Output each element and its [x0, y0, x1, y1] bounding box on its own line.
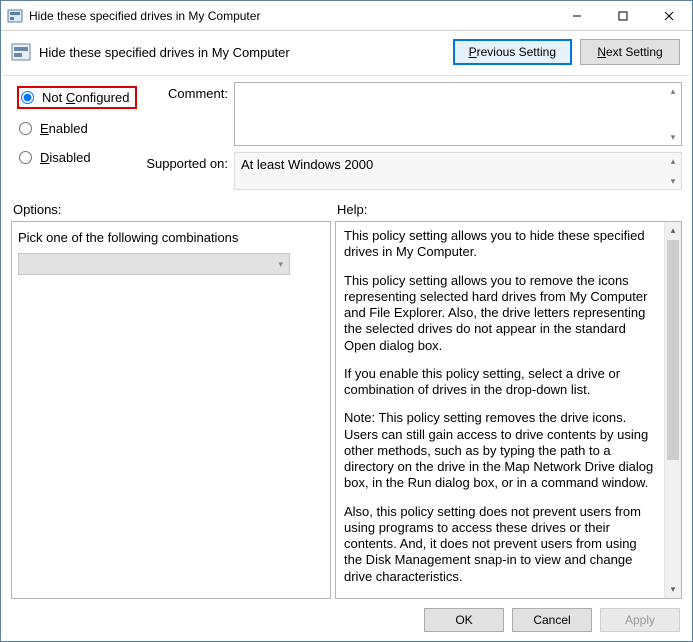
scrollbar-thumb[interactable]	[667, 240, 679, 460]
app-icon	[7, 8, 23, 24]
radio-disabled-input[interactable]	[19, 151, 32, 164]
dialog-footer: OK Cancel Apply	[1, 599, 692, 641]
radio-not-configured-input[interactable]	[21, 91, 34, 104]
help-label: Help:	[337, 202, 680, 217]
cancel-button[interactable]: Cancel	[512, 608, 592, 632]
scroll-down-icon[interactable]: ▾	[665, 581, 681, 598]
radio-enabled[interactable]: Enabled	[17, 119, 137, 138]
help-paragraph: This policy setting allows you to hide t…	[344, 228, 656, 261]
maximize-icon	[618, 11, 628, 21]
help-paragraph: Note: This policy setting removes the dr…	[344, 410, 656, 491]
supported-label: Supported on:	[143, 152, 228, 171]
help-scrollbar[interactable]: ▴ ▾	[664, 222, 681, 598]
scroll-down-icon[interactable]: ▾	[665, 173, 681, 189]
next-setting-button[interactable]: Next Setting	[580, 39, 680, 65]
policy-title: Hide these specified drives in My Comput…	[39, 45, 445, 60]
radio-not-configured[interactable]: Not Configured	[17, 86, 137, 109]
minimize-icon	[572, 11, 582, 21]
chevron-down-icon: ▾	[278, 259, 283, 270]
scroll-up-icon[interactable]: ▴	[665, 222, 681, 239]
radio-enabled-input[interactable]	[19, 122, 32, 135]
help-paragraph: This policy setting allows you to remove…	[344, 273, 656, 354]
panels: Pick one of the following combinations ▾…	[1, 221, 692, 599]
comment-input[interactable]: ▴ ▾	[234, 82, 682, 146]
comment-label: Comment:	[143, 82, 228, 101]
comment-scroll: ▴ ▾	[665, 83, 681, 145]
apply-button[interactable]: Apply	[600, 608, 680, 632]
window-controls	[554, 1, 692, 30]
state-radios: Not Configured Enabled Disabled	[17, 82, 137, 190]
header-row: Hide these specified drives in My Comput…	[1, 31, 692, 75]
config-area: Not Configured Enabled Disabled Comment:…	[1, 76, 692, 192]
section-labels: Options: Help:	[1, 192, 692, 221]
policy-icon	[11, 42, 31, 62]
scroll-up-icon[interactable]: ▴	[665, 83, 681, 99]
dialog-window: Hide these specified drives in My Comput…	[0, 0, 693, 642]
titlebar: Hide these specified drives in My Comput…	[1, 1, 692, 31]
options-panel: Pick one of the following combinations ▾	[11, 221, 331, 599]
help-paragraph: Also, this policy setting does not preve…	[344, 504, 656, 585]
help-panel: This policy setting allows you to hide t…	[335, 221, 682, 599]
scroll-down-icon[interactable]: ▾	[665, 129, 681, 145]
supported-value-box: At least Windows 2000 ▴ ▾	[234, 152, 682, 190]
comment-row: Comment: ▴ ▾	[143, 82, 682, 146]
help-paragraph: If you enable this policy setting, selec…	[344, 366, 656, 399]
supported-value: At least Windows 2000	[241, 157, 373, 172]
ok-button[interactable]: OK	[424, 608, 504, 632]
maximize-button[interactable]	[600, 1, 646, 30]
help-content: This policy setting allows you to hide t…	[336, 222, 664, 598]
scroll-up-icon[interactable]: ▴	[665, 153, 681, 169]
radio-disabled[interactable]: Disabled	[17, 148, 137, 167]
supported-scroll: ▴ ▾	[665, 153, 681, 189]
fields-column: Comment: ▴ ▾ Supported on: At least Wind…	[143, 82, 682, 190]
close-icon	[664, 11, 674, 21]
previous-setting-button[interactable]: Previous Setting	[453, 39, 572, 65]
window-title: Hide these specified drives in My Comput…	[29, 9, 554, 23]
options-text: Pick one of the following combinations	[18, 230, 324, 245]
combinations-dropdown[interactable]: ▾	[18, 253, 290, 275]
close-button[interactable]	[646, 1, 692, 30]
options-label: Options:	[13, 202, 337, 217]
supported-row: Supported on: At least Windows 2000 ▴ ▾	[143, 152, 682, 190]
minimize-button[interactable]	[554, 1, 600, 30]
